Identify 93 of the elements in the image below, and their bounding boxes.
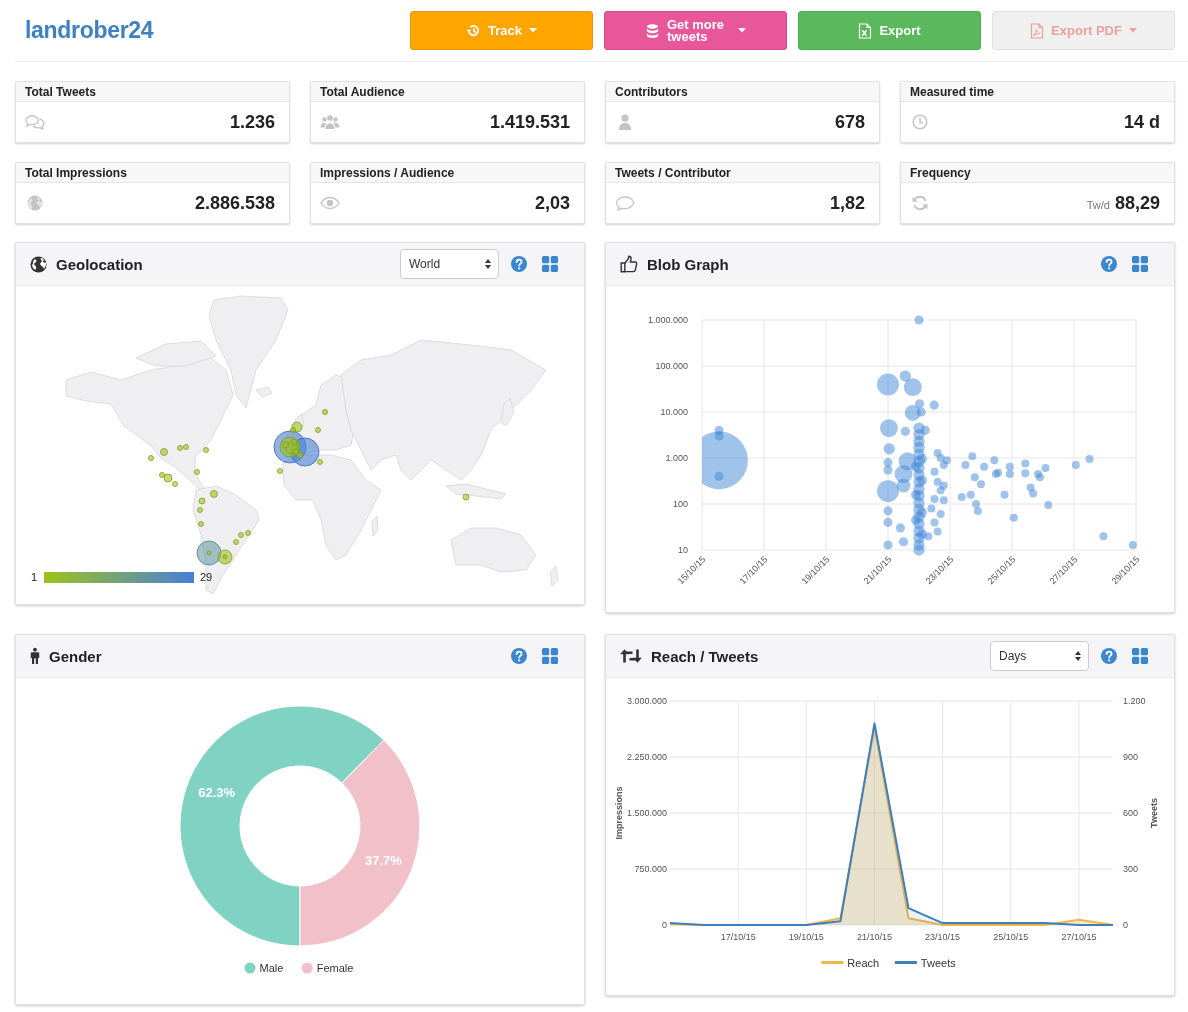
dropdown-select[interactable]: World [400,249,499,279]
island-shape [549,565,559,587]
y-tick-label: 1.500.000 [626,808,667,818]
x-tick-label: 25/10/15 [993,932,1029,942]
scale-min-label: 1 [31,571,38,583]
y-tick-label: 1.000 [665,453,688,463]
eye-icon [320,195,340,211]
map-bubble [315,427,321,433]
y-tick-label: 1.200 [1123,696,1146,706]
thumbs-up-icon [620,255,638,273]
y-tick-label: 0 [662,920,667,930]
legend-label[interactable]: Tweets [920,957,956,969]
grid-icon[interactable] [542,256,558,272]
grid-icon[interactable] [542,648,558,664]
slice-value-label: 62.3% [198,785,236,801]
map-bubble [198,521,204,527]
y-tick-label: 3.000.000 [626,696,667,706]
grid-icon[interactable] [1132,648,1148,664]
y-tick-label: 900 [1123,752,1139,762]
logo[interactable]: landrober24 [25,17,154,44]
stat-unit: Tw/d [1086,198,1110,211]
y-tick-label: 10.000 [660,407,688,417]
updown-arrows-icon [1075,651,1081,661]
y-tick-label: 10 [678,545,688,555]
stat-value: 678 [834,111,865,133]
island-shape [500,397,515,427]
panel-title: Blob Graph [647,255,729,273]
stat-value: 2,03 [534,192,570,214]
updown-arrows-icon [485,259,491,269]
users-icon [320,114,340,130]
stat-value: 1.419.531 [489,111,570,133]
pdf-file-icon [1030,22,1045,39]
slice-value-label: 37.7% [364,852,402,868]
stat-label: Total Tweets [25,84,96,99]
panel-title: Gender [49,647,102,665]
refresh-icon [910,195,930,211]
help-icon[interactable] [1101,256,1117,272]
y-tick-label: 750.000 [634,864,667,874]
stat-value: 1.236 [229,111,275,133]
panel-title: Reach / Tweets [651,647,759,665]
y-tick-label: 1.000.000 [647,315,688,325]
y-tick-label: 0 [1123,920,1128,930]
legend-label[interactable]: Female [316,962,354,974]
grid-icon[interactable] [1132,256,1148,272]
y-tick-label: 300 [1123,864,1139,874]
stat-label: Frequency [910,165,971,180]
island-shape [293,413,305,433]
dropdown-select[interactable]: Days [990,641,1089,671]
map-bubble [322,409,328,415]
scale-max-label: 29 [200,571,213,583]
stat-value: 14 d [1123,111,1160,133]
globe-icon [25,195,45,211]
globe-icon [30,255,47,273]
map-bubble [277,468,283,474]
map-bubble [203,447,209,453]
y-tick-label: 100 [672,499,688,509]
stat-label: Total Audience [320,84,405,99]
x-tick-label: 21/10/15 [856,932,892,942]
stat-label: Contributors [615,84,688,99]
panel-title: Geolocation [56,255,143,273]
comments-icon [25,114,45,130]
x-tick-label: 27/10/15 [1061,932,1097,942]
island-shape [445,483,507,500]
stat-label: Measured time [910,84,995,99]
x-tick-label: 17/10/15 [720,932,756,942]
help-icon[interactable] [511,648,527,664]
y-axis-title: Impressions [614,786,624,840]
y-axis-title: Tweets [1149,798,1159,828]
island-shape [371,515,379,537]
person-icon [30,647,40,665]
legend-label[interactable]: Male [259,962,284,974]
stat-value: 1,82 [829,192,865,214]
stat-label: Tweets / Contributor [615,165,731,180]
legend-label[interactable]: Reach [847,957,880,969]
x-tick-label: 19/10/15 [788,932,824,942]
x-tick-label: 23/10/15 [925,932,961,942]
history-icon [466,23,481,38]
speech-bubble-icon [615,195,635,211]
stat-value: 2.886.538 [194,192,275,214]
database-icon [645,22,660,39]
stat-label: Total Impressions [25,165,127,180]
y-tick-label: 600 [1123,808,1139,818]
help-icon[interactable] [511,256,527,272]
spreadsheet-file-icon [858,22,873,39]
map-bubble [462,493,470,501]
stat-value: 88,29 [1114,192,1160,214]
y-tick-label: 100.000 [655,361,688,371]
clock-icon [910,114,930,130]
stat-label: Impressions / Audience [320,165,455,180]
y-tick-label: 2.250.000 [626,752,667,762]
swap-arrows-icon [620,648,642,664]
map-bubble [194,469,200,475]
help-icon[interactable] [1101,648,1117,664]
